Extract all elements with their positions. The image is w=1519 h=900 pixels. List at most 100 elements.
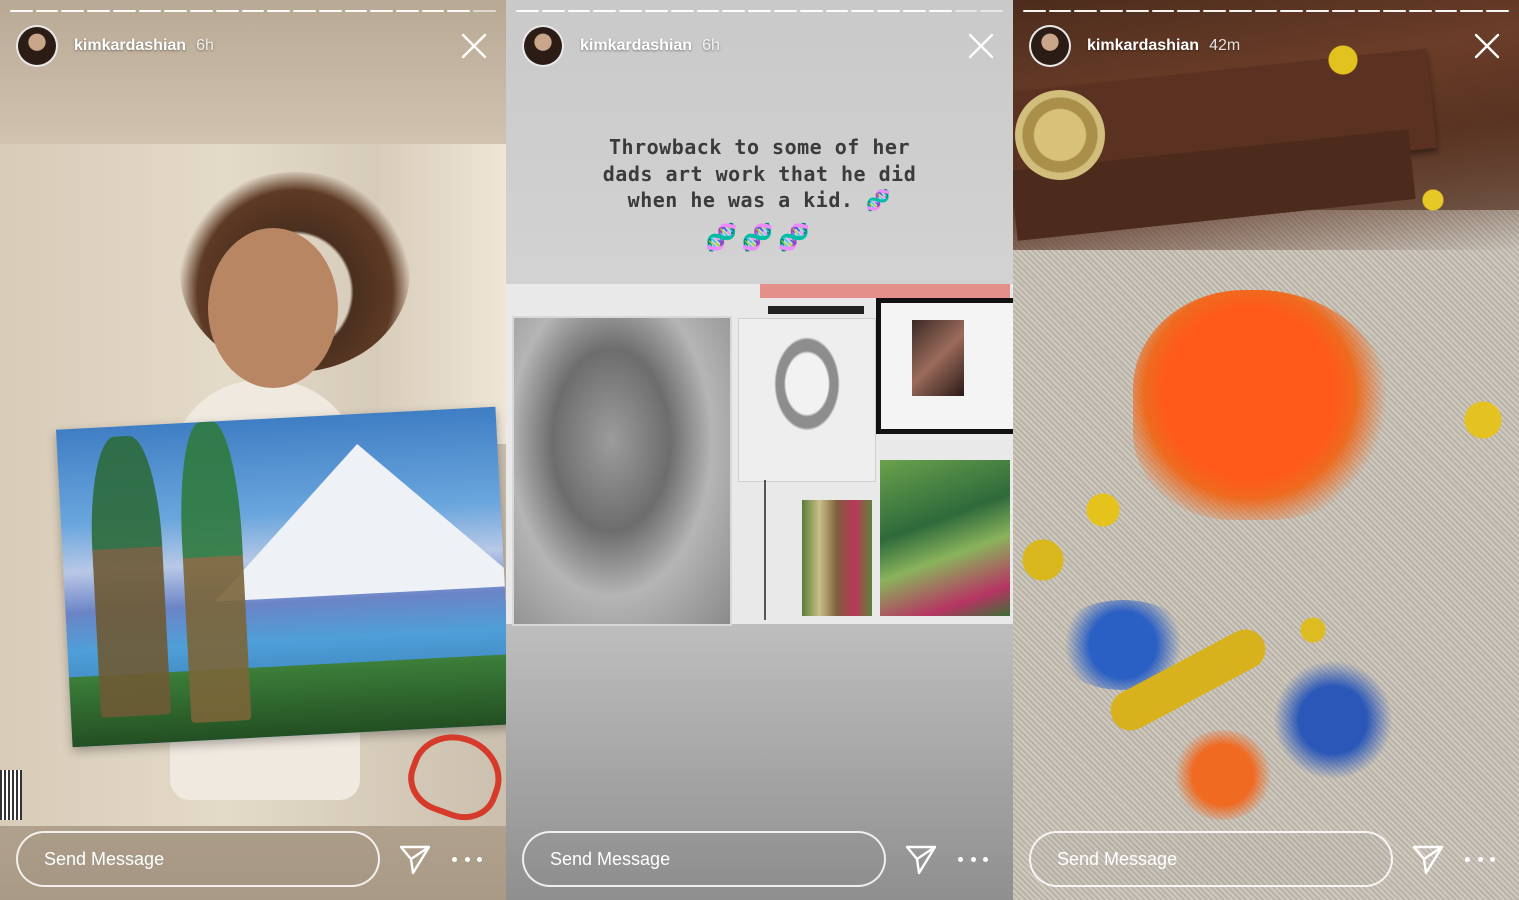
progress-segment	[748, 10, 771, 12]
progress-segment	[1254, 10, 1278, 12]
progress-segment	[61, 10, 85, 12]
artwork-forest-painting	[802, 500, 872, 616]
photo-child-face	[208, 228, 338, 388]
username[interactable]: kimkardashian	[1087, 37, 1199, 55]
post-time: 42m	[1209, 37, 1241, 54]
story-panel-3[interactable]: kimkardashian 42m Send Message	[1013, 0, 1519, 900]
artwork-pencil-drawing	[512, 316, 732, 626]
progress-segment	[1151, 10, 1175, 12]
progress-segment	[541, 10, 565, 12]
post-time: 6h	[196, 37, 214, 54]
caption-line: when he was a kid. 🧬	[627, 188, 892, 212]
artwork-stand	[764, 480, 766, 620]
paint-splatter-yellow	[1013, 0, 1519, 900]
close-icon[interactable]	[460, 32, 488, 60]
progress-segment	[825, 10, 849, 12]
paper-plane-icon[interactable]	[398, 842, 432, 876]
photo-artwork-wall	[506, 284, 1013, 626]
progress-segment	[1486, 10, 1509, 12]
progress-segment	[722, 10, 746, 12]
send-message-placeholder: Send Message	[550, 848, 671, 869]
send-message-input[interactable]: Send Message	[522, 831, 886, 887]
painting-tree	[86, 434, 172, 718]
more-dots-icon[interactable]	[452, 855, 482, 863]
progress-segment	[241, 10, 265, 12]
paper-plane-icon[interactable]	[1411, 842, 1445, 876]
username[interactable]: kimkardashian	[580, 37, 692, 55]
progress-segment	[164, 10, 188, 12]
story-footer: Send Message	[1029, 830, 1503, 888]
send-message-input[interactable]: Send Message	[16, 831, 380, 887]
story-progress-bar	[1023, 10, 1509, 12]
progress-segment	[1409, 10, 1432, 12]
photo-landscape-painting	[55, 406, 506, 748]
progress-segment	[619, 10, 642, 12]
profile-avatar[interactable]	[522, 25, 564, 67]
progress-segment	[10, 10, 33, 12]
artwork-strip	[760, 284, 1010, 298]
progress-segment	[318, 10, 342, 12]
story-panel-1[interactable]: kimkardashian 6h Send Message	[0, 0, 506, 900]
artwork-label-bar	[768, 306, 864, 314]
progress-segment	[696, 10, 720, 12]
story-footer: Send Message	[522, 830, 997, 888]
progress-segment	[567, 10, 591, 12]
more-dots-icon[interactable]	[1465, 855, 1495, 863]
progress-segment	[516, 10, 539, 12]
progress-segment	[1048, 10, 1072, 12]
progress-segment	[1203, 10, 1226, 12]
artwork-photo	[912, 320, 964, 396]
artwork-forest-painting	[880, 460, 1010, 616]
progress-segment	[396, 10, 419, 12]
paper-plane-icon[interactable]	[904, 842, 938, 876]
progress-segment	[1125, 10, 1149, 12]
progress-segment	[954, 10, 978, 12]
progress-segment	[593, 10, 617, 12]
progress-segment	[370, 10, 394, 12]
photo-barcode	[0, 770, 22, 820]
progress-segment	[1280, 10, 1304, 12]
progress-segment	[1383, 10, 1407, 12]
progress-segment	[670, 10, 694, 12]
send-message-placeholder: Send Message	[44, 848, 165, 869]
caption-line: dads art work that he did	[602, 161, 917, 186]
progress-segment	[1331, 10, 1355, 12]
progress-segment	[1023, 10, 1046, 12]
profile-avatar[interactable]	[16, 25, 58, 67]
story-header: kimkardashian 6h	[522, 24, 997, 68]
close-icon[interactable]	[967, 32, 995, 60]
progress-segment	[190, 10, 213, 12]
progress-segment	[293, 10, 316, 12]
username[interactable]: kimkardashian	[74, 37, 186, 55]
send-message-input[interactable]: Send Message	[1029, 831, 1393, 887]
progress-segment	[1228, 10, 1252, 12]
progress-segment	[138, 10, 162, 12]
close-icon[interactable]	[1473, 32, 1501, 60]
story-header: kimkardashian 6h	[16, 24, 490, 68]
story-progress-bar	[516, 10, 1004, 12]
progress-segment	[928, 10, 952, 12]
progress-segment	[35, 10, 59, 12]
send-message-placeholder: Send Message	[1057, 848, 1178, 869]
caption-line: Throwback to some of her	[609, 135, 910, 159]
progress-segment	[1177, 10, 1201, 12]
progress-segment	[421, 10, 445, 12]
story-panel-2[interactable]: Throwback to some of her dads art work t…	[506, 0, 1013, 900]
more-dots-icon[interactable]	[958, 855, 988, 863]
progress-segment	[447, 10, 471, 12]
progress-segment	[851, 10, 875, 12]
post-time: 6h	[702, 37, 720, 54]
progress-segment	[112, 10, 136, 12]
painting-mountain	[207, 435, 506, 602]
progress-segment	[1357, 10, 1381, 12]
profile-avatar[interactable]	[1029, 25, 1071, 67]
progress-segment	[980, 10, 1004, 12]
progress-segment	[1074, 10, 1098, 12]
story-caption: Throwback to some of her dads art work t…	[506, 134, 1013, 214]
progress-segment	[773, 10, 797, 12]
story-viewer: kimkardashian 6h Send Message Throwback …	[0, 0, 1519, 900]
progress-segment	[344, 10, 368, 12]
progress-segment	[1434, 10, 1458, 12]
progress-segment	[799, 10, 823, 12]
progress-segment	[1306, 10, 1329, 12]
